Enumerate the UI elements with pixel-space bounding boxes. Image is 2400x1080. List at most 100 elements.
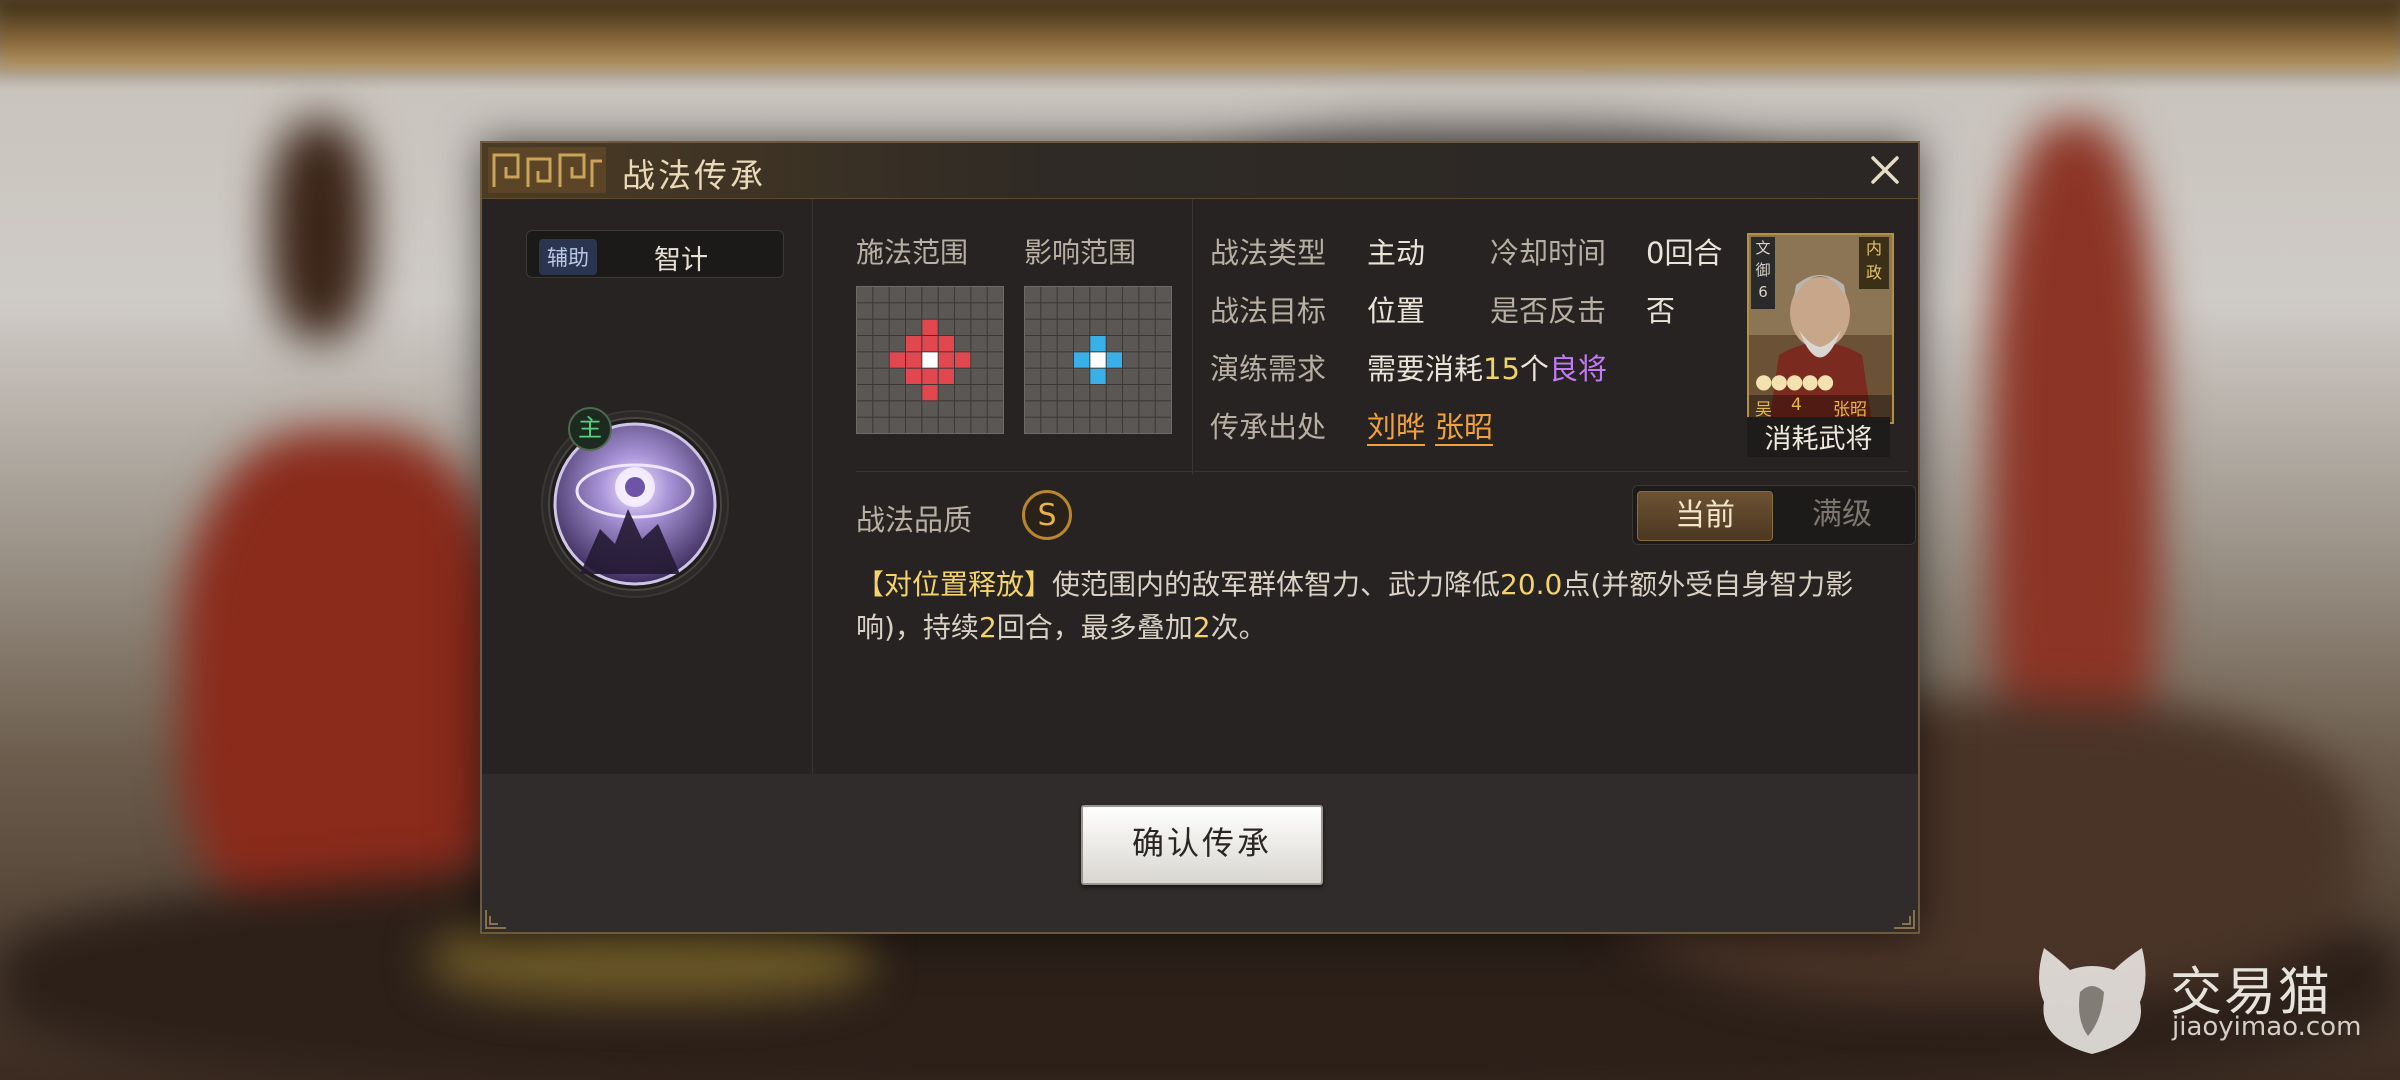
grid-cell	[1155, 287, 1171, 303]
grid-cell	[906, 401, 922, 417]
grid-cell	[971, 417, 987, 433]
grid-cell	[1025, 401, 1041, 417]
close-icon[interactable]	[1866, 151, 1904, 189]
skill-target-value: 位置	[1367, 294, 1426, 328]
dialog-title-bar: 战法传承	[482, 143, 1918, 199]
grid-cell	[857, 319, 873, 335]
grid-cell	[873, 303, 889, 319]
grid-cell	[938, 303, 954, 319]
grid-cell	[1025, 319, 1041, 335]
inherit-source-value: 刘晔 张昭	[1367, 404, 1494, 446]
skill-eye-icon	[541, 410, 729, 598]
cooldown-label: 冷却时间	[1490, 236, 1607, 270]
background-shape	[270, 120, 370, 340]
grid-cell	[922, 303, 938, 319]
grid-cell	[1041, 303, 1057, 319]
source-link-liuye[interactable]: 刘晔	[1367, 410, 1426, 446]
grid-cell	[1041, 417, 1057, 433]
description-part-4: 次。	[1210, 611, 1267, 644]
grid-cell	[1057, 287, 1073, 303]
grid-cell-active	[922, 336, 938, 352]
skill-inherit-dialog: 战法传承 辅助 智计 主 施法范围 影响范围 战法类型 主动 冷却时间 0回合 …	[480, 141, 1920, 934]
grid-cell	[938, 401, 954, 417]
grid-cell-active	[906, 368, 922, 384]
grid-cell	[857, 401, 873, 417]
grid-cell	[1074, 319, 1090, 335]
train-unit: 个	[1519, 352, 1549, 386]
grid-cell	[1139, 368, 1155, 384]
description-tag: 【对位置释放】	[856, 568, 1053, 601]
grid-cell	[971, 352, 987, 368]
general-card[interactable]: 内 政 文 御 6 ●●●●● 吴 4 张昭	[1747, 233, 1894, 424]
grid-cell	[1123, 417, 1139, 433]
general-troop-badge: 文 御 6	[1751, 237, 1775, 309]
grid-cell-active	[906, 352, 922, 368]
grid-cell	[889, 385, 905, 401]
description-part-1: 使范围内的敌军群体智力、武力降低	[1052, 568, 1501, 601]
grid-cell	[987, 303, 1003, 319]
train-item: 良将	[1548, 352, 1607, 386]
grid-cell	[938, 417, 954, 433]
grid-cell	[1041, 368, 1057, 384]
grid-cell	[1074, 287, 1090, 303]
tab-current-level[interactable]: 当前	[1637, 491, 1773, 541]
grid-cell-active	[922, 368, 938, 384]
grid-cell	[987, 417, 1003, 433]
grid-cell	[1041, 385, 1057, 401]
grid-cell-active	[922, 319, 938, 335]
grid-cell	[1090, 401, 1106, 417]
watermark: 交易猫 jiaoyimao.com	[2030, 940, 2370, 1060]
grid-cell	[889, 368, 905, 384]
grid-cell	[1057, 385, 1073, 401]
grid-cell-active	[938, 368, 954, 384]
general-attribute-badge: 内 政	[1859, 237, 1889, 289]
grid-cell	[857, 287, 873, 303]
cooldown-value: 0回合	[1646, 236, 1723, 270]
background-top-bar	[0, 0, 2400, 70]
grid-cell	[1155, 336, 1171, 352]
grid-cell	[873, 368, 889, 384]
skill-quality-row: 战法品质 S 当前 满级	[856, 483, 1916, 553]
grid-cell	[873, 352, 889, 368]
grid-cell	[1123, 401, 1139, 417]
grid-cell	[906, 385, 922, 401]
grid-cell	[1139, 319, 1155, 335]
tab-max-level[interactable]: 满级	[1775, 491, 1909, 539]
grid-cell-active	[938, 352, 954, 368]
cast-range-grid	[856, 286, 1004, 434]
dialog-footer: 确认传承	[482, 774, 1918, 932]
grid-cell	[987, 368, 1003, 384]
grid-cell	[1041, 336, 1057, 352]
grid-cell	[922, 417, 938, 433]
skill-category-text: 智计	[654, 245, 708, 276]
grid-cell	[1123, 319, 1139, 335]
grid-cell	[873, 401, 889, 417]
grid-cell	[1123, 303, 1139, 319]
skill-target-label: 战法目标	[1210, 294, 1327, 328]
watermark-url: jiaoyimao.com	[2172, 1012, 2362, 1042]
grid-cell	[1074, 368, 1090, 384]
grid-cell	[971, 368, 987, 384]
grid-cell	[1041, 401, 1057, 417]
grid-cell-active	[906, 336, 922, 352]
skill-role-badge: 辅助	[539, 239, 597, 275]
background-shape	[180, 430, 510, 950]
grid-cell	[1155, 368, 1171, 384]
confirm-inherit-button[interactable]: 确认传承	[1081, 805, 1323, 885]
grid-cell	[971, 303, 987, 319]
grid-cell	[889, 401, 905, 417]
description-num-1: 20.0	[1500, 568, 1563, 601]
counter-label: 是否反击	[1490, 294, 1607, 328]
grid-cell	[1106, 319, 1122, 335]
description-num-3: 2	[1192, 611, 1211, 644]
effect-range-label: 影响范围	[1024, 236, 1137, 269]
grid-cell-active	[922, 385, 938, 401]
grid-cell	[1155, 352, 1171, 368]
grid-cell-active	[955, 352, 971, 368]
source-link-zhangzhao[interactable]: 张昭	[1435, 410, 1494, 446]
grid-cell	[1123, 287, 1139, 303]
grid-cell	[1057, 401, 1073, 417]
grid-cell	[889, 336, 905, 352]
grid-cell	[906, 417, 922, 433]
grid-cell	[1025, 417, 1041, 433]
